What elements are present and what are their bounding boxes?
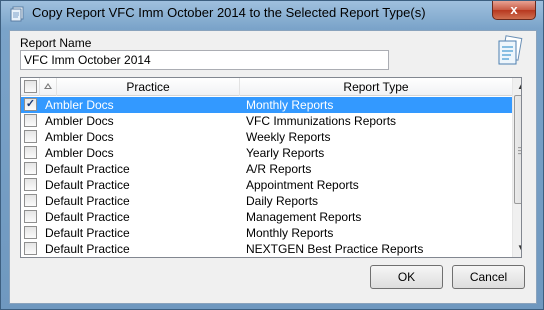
dialog-body: Report Name Practice Report Type ✓Ambler	[9, 30, 537, 304]
cell-report-type: Monthly Reports	[246, 226, 334, 240]
cell-practice: Ambler Docs	[45, 114, 114, 128]
row-checkbox[interactable]	[24, 210, 37, 223]
row-checkbox[interactable]	[24, 226, 37, 239]
scroll-up-arrow-icon[interactable]: ▲	[513, 78, 521, 95]
cell-report-type: Appointment Reports	[246, 178, 359, 192]
row-checkbox[interactable]	[24, 162, 37, 175]
row-checkbox[interactable]	[24, 242, 37, 255]
cell-report-type: VFC Immunizations Reports	[246, 114, 397, 128]
row-checkbox[interactable]	[24, 130, 37, 143]
cancel-button[interactable]: Cancel	[452, 265, 525, 289]
title-bar[interactable]: Copy Report VFC Imm October 2014 to the …	[1, 1, 543, 27]
dialog-window: Copy Report VFC Imm October 2014 to the …	[0, 0, 544, 310]
table-row[interactable]: Default Practice A/R Reports	[21, 161, 512, 177]
row-checkbox[interactable]	[24, 146, 37, 159]
cell-report-type: Daily Reports	[246, 194, 319, 208]
close-button[interactable]: x	[492, 1, 536, 20]
table-row[interactable]: Ambler Docs VFC Immunizations Reports	[21, 113, 512, 129]
table-row[interactable]: ✓ Ambler Docs Monthly Reports	[21, 97, 512, 113]
select-all-header[interactable]	[21, 78, 40, 96]
report-type-grid: Practice Report Type ✓ Ambler Docs Monthly…	[20, 77, 522, 258]
select-all-checkbox[interactable]	[24, 80, 37, 93]
table-row[interactable]: Default Practice Monthly Reports	[21, 225, 512, 241]
grid-rows: ✓ Ambler Docs Monthly Reports Ambler Docs VF…	[21, 97, 512, 257]
scroll-down-arrow-icon[interactable]: ▼	[513, 239, 521, 256]
report-name-label: Report Name	[20, 36, 92, 50]
grip-icon: ———	[518, 144, 521, 158]
cell-practice: Default Practice	[45, 242, 130, 256]
vertical-scrollbar[interactable]: ▲ ——— ▼	[512, 78, 521, 257]
row-checkbox[interactable]	[24, 194, 37, 207]
cell-report-type: Yearly Reports	[246, 146, 325, 160]
row-checkbox[interactable]: ✓	[24, 98, 37, 111]
row-checkbox[interactable]	[24, 178, 37, 191]
table-row[interactable]: Ambler Docs Yearly Reports	[21, 145, 512, 161]
cell-practice: Default Practice	[45, 162, 130, 176]
table-row[interactable]: Ambler Docs Weekly Reports	[21, 129, 512, 145]
table-row[interactable]: Default Practice Management Reports	[21, 209, 512, 225]
cell-report-type: NEXTGEN Best Practice Reports	[246, 242, 424, 256]
sort-header[interactable]	[40, 78, 57, 96]
report-name-input[interactable]	[20, 50, 389, 70]
sort-ascending-icon	[44, 83, 52, 89]
cell-practice: Default Practice	[45, 210, 130, 224]
cell-practice: Default Practice	[45, 226, 130, 240]
window-title: Copy Report VFC Imm October 2014 to the …	[32, 5, 426, 20]
table-row[interactable]: Default Practice Daily Reports	[21, 193, 512, 209]
cell-practice: Ambler Docs	[45, 130, 114, 144]
grid-header: Practice Report Type	[21, 78, 512, 96]
cell-report-type: Weekly Reports	[246, 130, 331, 144]
cell-report-type: Management Reports	[246, 210, 362, 224]
column-header-practice[interactable]: Practice	[57, 78, 240, 96]
ok-button[interactable]: OK	[370, 265, 443, 289]
document-copy-icon	[10, 6, 24, 22]
table-row[interactable]: Default Practice Appointment Reports	[21, 177, 512, 193]
scrollbar-thumb[interactable]: ———	[514, 95, 521, 204]
cell-practice: Ambler Docs	[45, 98, 114, 112]
row-checkbox[interactable]	[24, 114, 37, 127]
cell-report-type: A/R Reports	[246, 162, 312, 176]
cell-practice: Default Practice	[45, 178, 130, 192]
report-pages-icon	[498, 35, 523, 65]
cell-practice: Default Practice	[45, 194, 130, 208]
column-header-report-type[interactable]: Report Type	[240, 78, 512, 96]
cell-practice: Ambler Docs	[45, 146, 114, 160]
table-row[interactable]: Default Practice NEXTGEN Best Practice Re…	[21, 241, 512, 257]
cell-report-type: Monthly Reports	[246, 98, 334, 112]
